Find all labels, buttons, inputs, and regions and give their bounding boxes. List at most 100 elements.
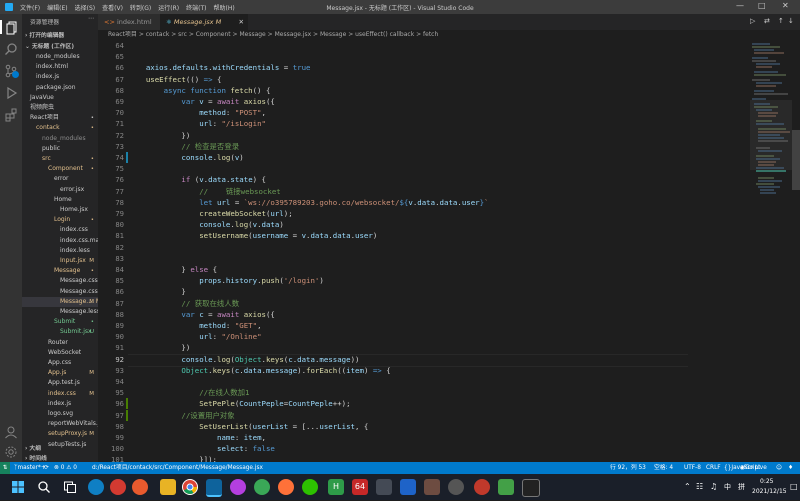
app-icon-red[interactable]	[474, 479, 490, 495]
tree-item[interactable]: Component •	[22, 164, 98, 174]
code-line[interactable]: // 检查是否登录	[128, 141, 239, 152]
go-live-button[interactable]: ◉ Go Live	[740, 462, 767, 474]
remote-icon[interactable]: ⇅	[0, 462, 10, 474]
app-icon-64[interactable]: 64	[352, 479, 368, 495]
tree-item[interactable]: App.test.js	[22, 378, 98, 388]
netease-music-icon[interactable]	[110, 479, 126, 495]
tree-item[interactable]: Submit •	[22, 317, 98, 327]
code-line[interactable]: method: "POST",	[128, 107, 266, 118]
app-icon-green[interactable]	[254, 479, 270, 495]
code-line[interactable]: //在线人数加1	[128, 387, 249, 398]
task-view-icon[interactable]	[62, 479, 78, 495]
problems-count[interactable]: ⊗ 0 ⚠ 0	[54, 462, 77, 474]
terminal-icon[interactable]	[522, 479, 540, 497]
source-control-icon[interactable]	[4, 63, 19, 78]
tree-item[interactable]: Message •	[22, 266, 98, 276]
sync-icon[interactable]: ⟳	[44, 462, 49, 474]
search-icon[interactable]	[4, 41, 18, 55]
tree-item[interactable]: index.js	[22, 72, 98, 82]
code-line[interactable]: })	[128, 342, 190, 353]
code-line[interactable]: SetUserList(userList = [...userList, {	[128, 421, 368, 432]
code-line[interactable]: useEffect(() => {	[128, 74, 222, 85]
code-line[interactable]: if (v.data.state) {	[128, 174, 266, 185]
extensions-icon[interactable]	[4, 107, 18, 122]
language-mode[interactable]: {} JavaScript	[724, 462, 760, 474]
tree-item[interactable]: index.html	[22, 62, 98, 72]
app-icon-blue[interactable]	[400, 479, 416, 495]
code-line[interactable]: console.log(v)	[128, 152, 243, 163]
code-line[interactable]: url: "/isLogin"	[128, 118, 266, 129]
feedback-icon[interactable]: ☺	[776, 462, 782, 474]
tree-item[interactable]: Login •	[22, 215, 98, 225]
breadcrumb[interactable]: React项目 > contack > src > Component > Me…	[98, 30, 800, 40]
tree-item[interactable]: WebSocket	[22, 348, 98, 358]
close-icon[interactable]: ✕	[782, 1, 789, 10]
clock-time[interactable]: 0:25	[760, 478, 773, 485]
tree-item[interactable]: Home	[22, 195, 98, 205]
close-tab-icon[interactable]: ✕	[239, 14, 244, 30]
tab-message-jsx[interactable]: ⚛ Message.jsx M ✕	[160, 14, 248, 30]
run-debug-icon[interactable]	[4, 85, 18, 100]
open-editors-section[interactable]: › 打开的编辑器	[25, 30, 64, 39]
tree-item[interactable]: Home.jsx	[22, 205, 98, 215]
app-icon-green2[interactable]	[498, 479, 514, 495]
settings-gear-icon[interactable]	[4, 444, 18, 458]
app-icon-dark[interactable]	[376, 479, 392, 495]
code-line[interactable]: // 获取在线人数	[128, 298, 239, 309]
outline-section[interactable]: › 大纲	[25, 443, 41, 452]
code-line[interactable]: var v = await axios({	[128, 96, 274, 107]
tree-item[interactable]: Message.css.m...	[22, 287, 98, 297]
vscode-taskbar-icon[interactable]	[206, 479, 222, 497]
tree-item[interactable]: error.jsx	[22, 185, 98, 195]
app-icon-h[interactable]: H	[328, 479, 344, 495]
editor-scrollbar[interactable]	[792, 40, 800, 462]
timeline-section[interactable]: › 时间线	[25, 453, 47, 462]
code-line[interactable]: })	[128, 130, 190, 141]
code-line[interactable]: method: "GET",	[128, 320, 261, 331]
tree-item[interactable]: App.js M	[22, 368, 98, 378]
tree-item[interactable]: reportWebVitals.js	[22, 419, 98, 429]
code-line[interactable]: async function fetch() {	[128, 85, 271, 96]
workspace-section[interactable]: ⌄ 无标题 (工作区)	[25, 41, 74, 50]
breadcrumb-text[interactable]: React项目 > contack > src > Component > Me…	[108, 30, 438, 40]
qq-music-icon[interactable]	[132, 479, 148, 495]
line-ending[interactable]: CRLF	[706, 462, 721, 474]
code-line[interactable]: setUsername(username = v.data.data.user)	[128, 230, 377, 241]
cursor-position[interactable]: 行 92，列 53	[610, 462, 646, 474]
code-line[interactable]: var c = await axios({	[128, 309, 274, 320]
app-icon-colorful[interactable]	[230, 479, 246, 495]
code-line[interactable]: //设置用户对象	[128, 410, 234, 421]
tree-item[interactable]: Submit.jsx U	[22, 327, 98, 337]
tree-item[interactable]: logo.svg	[22, 409, 98, 419]
tree-item[interactable]: package.json	[22, 83, 98, 93]
code-line[interactable]: url: "/Online"	[128, 331, 261, 342]
run-icon[interactable]: ▷	[750, 17, 755, 25]
tree-item[interactable]: setupProxy.js M	[22, 429, 98, 439]
tree-item[interactable]: index.css	[22, 225, 98, 235]
explorer-icon[interactable]	[0, 20, 24, 35]
tree-item[interactable]: React项目 •	[22, 113, 98, 123]
app-icon-wechat[interactable]	[302, 479, 318, 495]
minimap[interactable]	[750, 40, 792, 462]
tree-item[interactable]: App.css	[22, 358, 98, 368]
taskbar-search-icon[interactable]	[36, 479, 52, 495]
clock-date[interactable]: 2021/12/15	[752, 488, 787, 495]
code-line[interactable]: }	[128, 286, 185, 297]
git-branch[interactable]: ᛉ master*+	[14, 462, 46, 474]
previous-change-icon[interactable]: ↑	[778, 17, 784, 25]
file-explorer-icon[interactable]	[160, 479, 176, 495]
firefox-icon[interactable]	[278, 479, 294, 495]
code-line[interactable]: // 链接websocket	[128, 186, 281, 197]
tree-item[interactable]: Message.css	[22, 276, 98, 286]
account-icon[interactable]	[4, 424, 18, 439]
chrome-browser-icon[interactable]	[182, 479, 198, 495]
tree-item[interactable]: node_modules	[22, 52, 98, 62]
tree-item[interactable]: index.less	[22, 246, 98, 256]
compare-icon[interactable]: ⇄	[764, 17, 770, 25]
minimize-icon[interactable]: —	[736, 1, 744, 10]
windows-start-icon[interactable]	[10, 479, 26, 495]
code-line[interactable]: let url = `ws://o395789203.goho.co/webso…	[128, 197, 488, 208]
network-icon[interactable]: ☷	[696, 482, 703, 491]
tree-item[interactable]: 视频爬虫	[22, 103, 98, 113]
code-line[interactable]: console.log(Object.keys(c.data.message))	[128, 354, 359, 365]
